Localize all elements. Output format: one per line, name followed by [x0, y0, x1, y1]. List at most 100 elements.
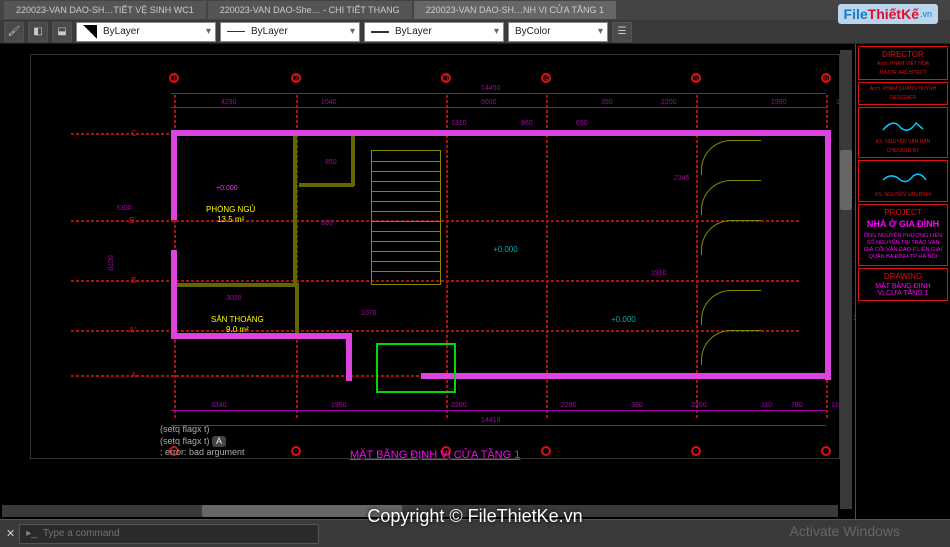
- dimension-text: 4290: [221, 99, 237, 106]
- dimension-text: 14450: [481, 85, 500, 92]
- dimension-text: 850: [325, 159, 337, 166]
- dimension-text: 780: [791, 402, 803, 409]
- grid-label: C: [131, 129, 137, 138]
- linetype-dropdown[interactable]: ByLayer: [220, 22, 360, 42]
- plotstyle-dropdown[interactable]: ByColor: [508, 22, 608, 42]
- tb-designer: KS. NGUYỄN VĂN HẬN CHECKED BY: [858, 107, 948, 158]
- color-dropdown[interactable]: ByLayer: [76, 22, 216, 42]
- dimension-text: 2280: [561, 402, 577, 409]
- command-line: (setq flagx t): [160, 436, 210, 446]
- vertical-scrollbar[interactable]: [840, 50, 852, 509]
- match-icon[interactable]: ⬓: [52, 22, 72, 42]
- dimension-line: [171, 425, 826, 426]
- lineweight-dropdown[interactable]: ByLayer: [364, 22, 504, 42]
- grid-marker: [821, 446, 831, 456]
- logo-part: .vn: [920, 9, 932, 19]
- wall: [421, 373, 831, 379]
- dimension-text: 2200: [451, 402, 467, 409]
- tb-director: DIRECTOR Arch. PHAM VIỆT HÒA MAJOR ARCHI…: [858, 46, 948, 80]
- grid-marker: [541, 446, 551, 456]
- wall: [346, 333, 352, 381]
- command-input-wrapper[interactable]: ▸_: [19, 524, 319, 544]
- logo-part: ThiếtKế: [868, 6, 919, 22]
- room-label-bedroom: PHÒNG NGỦ 13.5 m²: [206, 205, 255, 224]
- logo-part: File: [844, 6, 868, 22]
- tab-label: 220023-VAN DAO-SH…NH VỊ CỬA TẦNG 1: [426, 5, 604, 15]
- color-swatch-icon: [83, 25, 97, 39]
- level-mark: +0.000: [611, 315, 636, 324]
- wall: [171, 130, 177, 220]
- grid-label: A': [129, 326, 136, 335]
- drawing-title: MẶT BẰNG ĐỊNH VỊ CỬA TẦNG 1: [350, 449, 520, 461]
- site-logo: File ThiếtKế .vn: [838, 4, 938, 24]
- dimension-text: 14418: [481, 417, 500, 424]
- tab-label: 220023-VAN DAO-She… - CHI TIẾT THANG: [220, 5, 400, 15]
- command-icon: ✕: [6, 527, 15, 540]
- model-space[interactable]: 1 2 3 4 5 6 14450 4290 1040 6000 350 220…: [0, 44, 950, 519]
- dimension-text: 350: [601, 99, 613, 106]
- title-block: DIRECTOR Arch. PHAM VIỆT HÒA MAJOR ARCHI…: [855, 44, 950, 519]
- dimension-text: 6000: [481, 99, 497, 106]
- windows-activate-text: Activate Windows: [790, 523, 900, 539]
- dimension-text: 2200: [661, 99, 677, 106]
- paint-icon[interactable]: 🖌: [4, 22, 24, 42]
- command-badge: A: [212, 436, 226, 448]
- wall: [171, 130, 831, 136]
- grid-axis-a-prime: [71, 330, 798, 332]
- dimension-text: 3020: [226, 295, 242, 302]
- dimension-text: 110: [761, 402, 772, 409]
- room-label-yard: SÂN THOÁNG 9.0 m²: [211, 315, 264, 334]
- tab-2[interactable]: 220023-VAN DAO-She… - CHI TIẾT THANG: [208, 1, 412, 19]
- copyright-watermark: Copyright © FileThietKe.vn: [367, 506, 582, 527]
- grid-label: 4: [544, 74, 548, 83]
- grid-label: B: [131, 276, 136, 285]
- dimension-text: 1076: [361, 310, 377, 317]
- grid-label: 3: [444, 74, 448, 83]
- level-mark: +0.000: [216, 185, 238, 192]
- dimension-text: 1950: [331, 402, 347, 409]
- dimension-text: 1910: [651, 270, 667, 277]
- dimension-text: 5070: [106, 255, 113, 271]
- dimension-text: 1040: [321, 99, 337, 106]
- dimension-text: 2345: [674, 175, 690, 182]
- tab-label: 220023-VAN DAO-SH…TIẾT VỆ SINH WC1: [16, 5, 194, 15]
- dropdown-value: ByLayer: [103, 26, 140, 37]
- lineweight-icon: [371, 31, 389, 33]
- grid-marker: [291, 446, 301, 456]
- list-icon[interactable]: ☰: [612, 22, 632, 42]
- dropdown-value: ByLayer: [251, 26, 288, 37]
- grid-label: 5: [694, 74, 698, 83]
- drawing-viewport: 1 2 3 4 5 6 14450 4290 1040 6000 350 220…: [30, 54, 840, 459]
- grid-label: B': [129, 216, 136, 225]
- grid-axis-4: [546, 95, 548, 417]
- tab-3[interactable]: 220023-VAN DAO-SH…NH VỊ CỬA TẦNG 1: [414, 1, 616, 19]
- tb-project: PROJECT NHÀ Ở GIA ĐÌNH ÔNG NGUYỄN PHƯƠNG…: [858, 204, 948, 266]
- chevron-icon: ▸_: [26, 528, 37, 539]
- grid-label: 6: [824, 74, 828, 83]
- dimension-text: 1310: [451, 120, 467, 127]
- dimension-text: 800: [321, 220, 333, 227]
- hatch-area: [376, 343, 456, 393]
- command-input[interactable]: [43, 528, 312, 539]
- tb-architect: Arch. PHẠM QUANG HUỲNH DESIGNER: [858, 82, 948, 105]
- dimension-text: 860: [521, 120, 533, 127]
- dimension-text: 3240: [211, 402, 227, 409]
- level-mark: +0.000: [493, 245, 518, 254]
- dimension-line: [171, 107, 826, 108]
- tb-checked: KS. NGUYỄN VĂN BÌNH: [858, 160, 948, 202]
- signature-icon: [862, 111, 944, 139]
- brush-icon[interactable]: ◧: [28, 22, 48, 42]
- grid-axis-5: [696, 95, 698, 417]
- dimension-text: 650: [576, 120, 588, 127]
- dimension-text: 380: [631, 402, 643, 409]
- command-line: (setq flagx t): [160, 424, 245, 436]
- tab-1[interactable]: 220023-VAN DAO-SH…TIẾT VỆ SINH WC1: [4, 1, 206, 19]
- document-tabs-bar: 220023-VAN DAO-SH…TIẾT VỆ SINH WC1 22002…: [0, 0, 950, 20]
- wall-interior: [351, 136, 355, 186]
- dimension-text: 3300: [116, 205, 132, 212]
- signature-icon: [862, 164, 944, 192]
- grid-label: A: [131, 371, 136, 380]
- grid-label: 2: [294, 74, 298, 83]
- grid-label: 1: [172, 74, 176, 83]
- properties-toolbar: 🖌 ◧ ⬓ ByLayer ByLayer ByLayer ByColor ☰: [0, 20, 950, 44]
